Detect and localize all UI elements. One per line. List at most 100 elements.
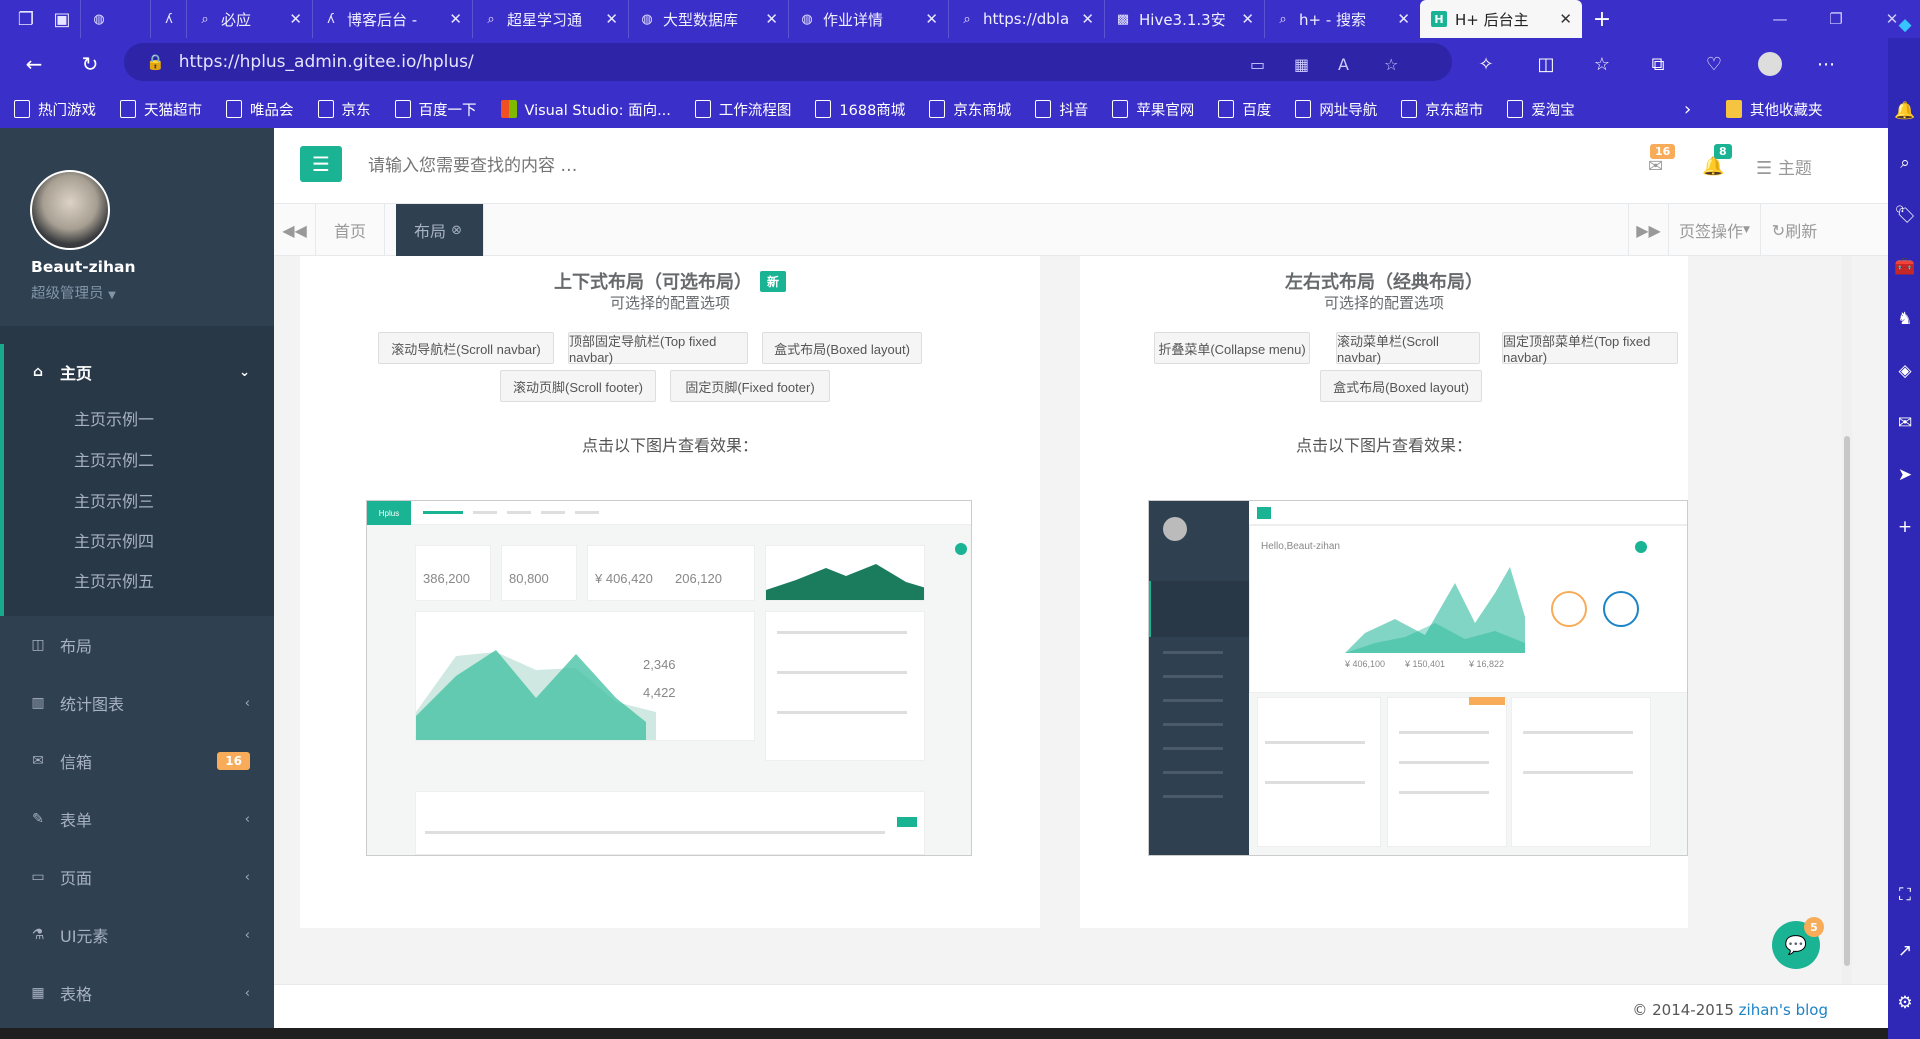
close-circle-icon[interactable]: ⊗ (451, 223, 462, 238)
close-icon[interactable]: ✕ (1081, 10, 1094, 28)
browser-tab[interactable]: ʎ 博客后台 - ✕ (312, 0, 472, 38)
send-icon[interactable]: ➤ (1894, 464, 1916, 486)
reload-icon[interactable]: ↻ (68, 44, 112, 84)
add-icon[interactable]: + (1894, 516, 1916, 538)
extensions-icon[interactable]: ✧ (1468, 46, 1504, 82)
toolbox-icon[interactable]: 🧰 (1894, 256, 1916, 278)
envelope-icon[interactable]: ✉ (1648, 156, 1663, 177)
tag-icon[interactable]: 🏷 (1894, 204, 1916, 226)
menu-item-layout[interactable]: ◫ 布局 (0, 616, 274, 674)
content-scrollbar[interactable] (1842, 256, 1852, 984)
maximize-button[interactable]: ❐ (1808, 0, 1864, 38)
browser-tab-active[interactable]: H H+ 后台主 ✕ (1420, 0, 1582, 38)
url-field[interactable]: 🔒 https://hplus_admin.gitee.io/hplus/ ▭ … (124, 43, 1452, 81)
bookmark[interactable]: 京东超市 (1401, 99, 1483, 120)
health-icon[interactable]: ♡ (1696, 46, 1732, 82)
submenu-item[interactable]: 主页示例二 (0, 440, 274, 481)
split-screen-icon[interactable]: ◫ (1528, 46, 1564, 82)
browser-tab[interactable]: ⌕ https://dbla ✕ (948, 0, 1104, 38)
forward-icon[interactable]: ▶▶ (1628, 204, 1668, 256)
bell-icon[interactable]: 🔔 (1894, 100, 1916, 122)
menu-item-mailbox[interactable]: ✉ 信箱 16 (0, 732, 274, 790)
games-icon[interactable]: ♞ (1894, 308, 1916, 330)
submenu-item[interactable]: 主页示例五 (0, 562, 274, 616)
menu-item-pages[interactable]: ▭ 页面 ‹ (0, 848, 274, 906)
browser-tab[interactable]: ⌕ 必应 ✕ (186, 0, 312, 38)
gear-icon[interactable]: ⚙ (1894, 992, 1916, 1014)
close-icon[interactable]: ✕ (1241, 10, 1254, 28)
preview-top-bottom-layout[interactable]: Hplus 386,200 80,800 ¥ 406,420 206,120 2… (366, 500, 972, 856)
grid-icon[interactable]: ▦ (1294, 55, 1309, 74)
option-boxed-layout[interactable]: 盒式布局(Boxed layout) (762, 332, 922, 364)
browser-tab[interactable]: ◍ (80, 0, 150, 38)
profile-icon[interactable] (1752, 46, 1788, 82)
collections-icon[interactable]: ⧉ (1640, 46, 1676, 82)
chevron-right-icon[interactable]: › (1684, 99, 1691, 120)
browser-tab[interactable]: ◍ 作业详情 ✕ (788, 0, 948, 38)
close-icon[interactable]: ✕ (605, 10, 618, 28)
user-role-dropdown[interactable]: 超级管理员 ▼ (31, 282, 116, 303)
bookmark[interactable]: 天猫超市 (120, 99, 202, 120)
close-icon[interactable]: ✕ (925, 10, 938, 28)
close-icon[interactable]: ✕ (449, 10, 462, 28)
menu-item-ui[interactable]: ⚗ UI元素 ‹ (0, 906, 274, 964)
browser-tab[interactable]: ʎ (150, 0, 186, 38)
bookmark[interactable]: Visual Studio: 面向... (500, 99, 671, 120)
blog-link[interactable]: zihan's blog (1739, 1001, 1828, 1019)
option-scroll-navbar[interactable]: 滚动菜单栏(Scroll navbar) (1336, 332, 1480, 365)
tab-actions-icon[interactable]: ▣ (44, 0, 80, 38)
backward-icon[interactable]: ◀◀ (274, 204, 316, 256)
menu-toggle-button[interactable]: ☰ (300, 146, 342, 182)
page-tab-layout[interactable]: 布局 ⊗ (396, 204, 484, 256)
search-input[interactable] (368, 152, 868, 180)
search-icon[interactable]: ⌕ (1894, 152, 1916, 174)
close-icon[interactable]: ✕ (765, 10, 778, 28)
submenu-item[interactable]: 主页示例一 (0, 400, 274, 440)
bookmark[interactable]: 唯品会 (226, 99, 294, 120)
minimize-button[interactable]: — (1752, 0, 1808, 38)
bookmark[interactable]: 京东 (317, 99, 371, 120)
option-scroll-footer[interactable]: 滚动页脚(Scroll footer) (500, 370, 656, 402)
page-tab-home[interactable]: 首页 (316, 204, 386, 256)
bookmark[interactable]: 京东商城 (929, 99, 1011, 120)
copilot-icon[interactable]: ◆ (1894, 14, 1916, 36)
option-top-fixed-navbar[interactable]: 顶部固定导航栏(Top fixed navbar) (568, 332, 748, 365)
avatar[interactable] (30, 170, 110, 250)
outlook-icon[interactable]: ✉ (1894, 412, 1916, 434)
favorite-icon[interactable]: ☆ (1384, 55, 1398, 74)
menu-item-charts[interactable]: ▥ 统计图表 ‹ (0, 674, 274, 732)
app-icon[interactable]: ▭ (1250, 55, 1265, 74)
back-icon[interactable]: ← (12, 44, 56, 84)
bookmark[interactable]: 工作流程图 (694, 99, 791, 120)
bell-icon[interactable]: 🔔 (1702, 156, 1724, 177)
bookmark[interactable]: 热门游戏 (14, 99, 96, 120)
lock-icon[interactable]: 🔒 (146, 53, 165, 71)
browser-tab[interactable]: ⌕ 超星学习通 ✕ (472, 0, 628, 38)
bookmark[interactable]: 苹果官网 (1112, 99, 1194, 120)
submenu-item[interactable]: 主页示例三 (0, 481, 274, 522)
submenu-item[interactable]: 主页示例四 (0, 522, 274, 562)
bookmark[interactable]: 1688商城 (815, 99, 905, 120)
menu-item-forms[interactable]: ✎ 表单 ‹ (0, 790, 274, 848)
user-name[interactable]: Beaut-zihan (31, 258, 136, 276)
browser-tab[interactable]: ▩ Hive3.1.3安 ✕ (1104, 0, 1264, 38)
capture-icon[interactable]: ⛶ (1894, 884, 1916, 906)
option-top-fixed-navbar[interactable]: 固定顶部菜单栏(Top fixed navbar) (1502, 332, 1678, 365)
menu-item-home[interactable]: ⌂ 主页 ⌄ (0, 344, 274, 400)
close-icon[interactable]: ✕ (1559, 10, 1572, 28)
browser-tab[interactable]: ◍ 大型数据库 ✕ (628, 0, 788, 38)
option-collapse-menu[interactable]: 折叠菜单(Collapse menu) (1154, 332, 1310, 364)
preview-left-right-layout[interactable]: Hello,Beaut-zihan ¥ 406,100 ¥ 150,401 ¥ … (1148, 500, 1688, 856)
external-link-icon[interactable]: ↗ (1894, 940, 1916, 962)
favorites-icon[interactable]: ☆ (1584, 46, 1620, 82)
option-fixed-footer[interactable]: 固定页脚(Fixed footer) (670, 370, 830, 402)
workspaces-icon[interactable]: ❐ (8, 0, 44, 38)
bookmark[interactable]: 抖音 (1035, 99, 1088, 120)
theme-button[interactable]: ☰ 主题 (1756, 154, 1812, 179)
bookmark[interactable]: 百度 (1218, 99, 1271, 120)
tab-actions-dropdown[interactable]: 页签操作 ▼ (1668, 204, 1760, 256)
option-boxed-layout[interactable]: 盒式布局(Boxed layout) (1320, 370, 1482, 402)
close-icon[interactable]: ✕ (289, 10, 302, 28)
new-tab-button[interactable]: + (1582, 0, 1622, 38)
menu-item-tables[interactable]: ▦ 表格 ‹ (0, 964, 274, 1022)
